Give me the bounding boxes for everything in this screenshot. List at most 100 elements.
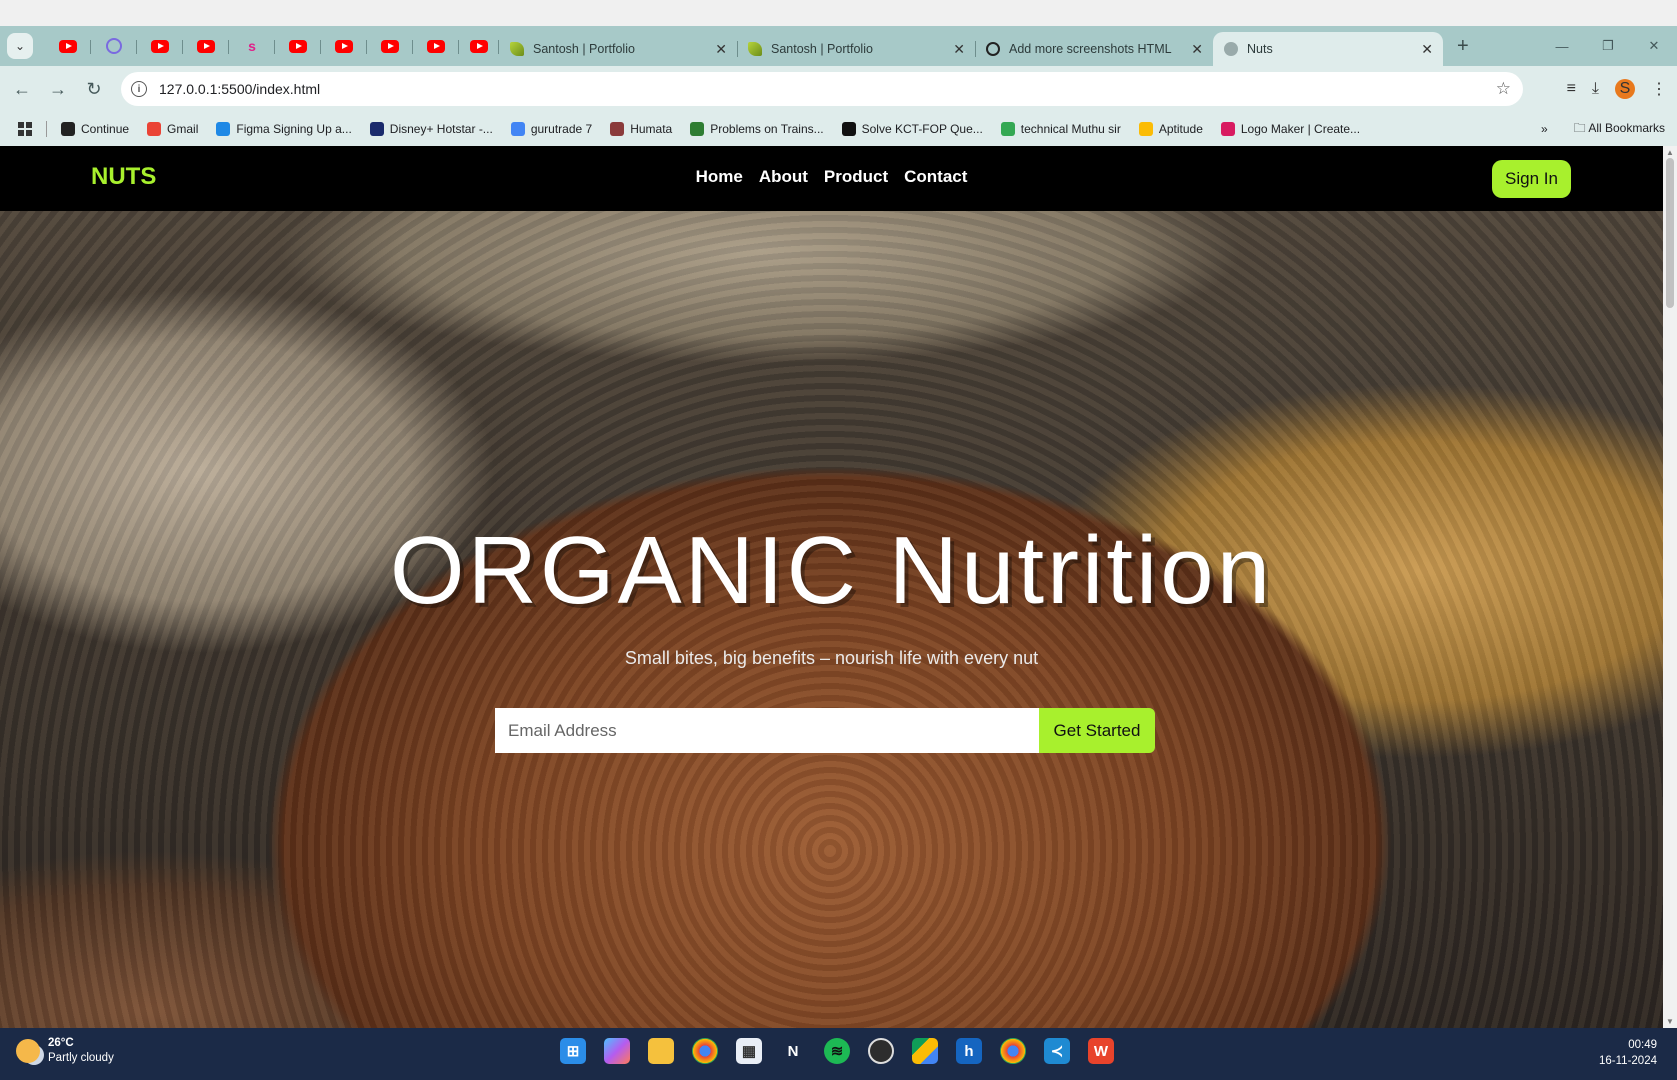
bookmark-item[interactable]: Continue [61,122,129,136]
bookmark-item[interactable]: Problems on Trains... [690,122,824,136]
forward-arrow-icon[interactable]: → [40,79,76,100]
ms-store-icon[interactable]: ▦ [736,1038,762,1064]
chevron-double-right-icon[interactable]: » [1541,122,1548,136]
tab-portfolio-1[interactable]: Santosh | Portfolio ✕ [499,32,738,66]
tab-screenshots[interactable]: Add more screenshots HTML ✕ [975,32,1213,66]
close-icon[interactable]: ✕ [1191,41,1203,58]
file-explorer-icon[interactable] [648,1038,674,1064]
windows-start-icon[interactable]: ⊞ [560,1038,586,1064]
new-tab-button[interactable]: + [1457,35,1469,58]
chatgpt-icon [985,41,1001,57]
reload-icon[interactable]: ↻ [76,79,112,100]
google-drive-icon[interactable] [912,1038,938,1064]
site-info-icon[interactable]: i [131,81,147,97]
bookmark-label: technical Muthu sir [1020,122,1121,136]
close-icon[interactable]: ✕ [715,41,727,58]
system-clock[interactable]: 00:49 16-11-2024 [1599,1037,1657,1069]
bookmark-favicon-icon [690,122,705,136]
bookmark-favicon-icon [1220,122,1235,136]
page-scrollbar[interactable]: ▲ ▼ [1663,146,1677,1028]
profile-avatar[interactable]: S [1615,79,1635,99]
window-controls: — ❐ ✕ [1539,26,1677,66]
obs-icon[interactable] [868,1038,894,1064]
nav-home[interactable]: Home [696,167,743,187]
leaf-icon [509,41,525,57]
pinned-tab-s[interactable]: s [229,32,275,60]
copilot-icon[interactable] [604,1038,630,1064]
bookmark-item[interactable]: Logo Maker | Create... [1220,122,1361,136]
tab-title: Santosh | Portfolio [771,42,873,56]
scrollbar-thumb[interactable] [1666,158,1674,308]
pinned-tab-youtube[interactable] [321,32,367,60]
back-arrow-icon[interactable]: ← [4,79,40,100]
bookmark-item[interactable]: Humata [610,122,672,136]
bookmark-item[interactable]: technical Muthu sir [1000,122,1121,136]
bookmark-item[interactable]: gurutrade 7 [510,122,592,136]
bookmark-favicon-icon [510,122,525,136]
vscode-icon[interactable]: ≺ [1044,1038,1070,1064]
sign-in-button[interactable]: Sign In [1492,160,1571,198]
bookmark-label: Humata [630,122,673,136]
tab-nuts[interactable]: Nuts ✕ [1213,32,1443,66]
scroll-up-icon[interactable]: ▲ [1666,148,1674,157]
pinned-tab-globe[interactable] [91,32,137,60]
globe-icon [1223,41,1239,57]
nav-product[interactable]: Product [824,167,888,187]
apps-grid-icon[interactable] [18,122,32,136]
close-icon[interactable]: ✕ [953,41,965,58]
reading-list-icon[interactable]: ≡ [1567,80,1576,98]
site-menu: Home About Product Contact [0,167,1663,187]
close-icon[interactable]: ✕ [1421,41,1433,58]
bookmark-item[interactable]: Solve KCT-FOP Que... [841,122,983,136]
os-taskbar: 26°C Partly cloudy ⊞ ▦ N ≋ h ≺ W 00:49 1… [0,1028,1677,1080]
scroll-down-icon[interactable]: ▼ [1666,1017,1674,1026]
bookmark-item[interactable]: Gmail [147,122,198,136]
address-bar[interactable]: i 127.0.0.1:5500/index.html ☆ [121,72,1523,106]
all-bookmarks-button[interactable]: 🗀 All Bookmarks [1574,119,1665,140]
bookmark-label: Disney+ Hotstar -... [389,122,493,136]
site-navbar: NUTS Home About Product Contact Sign In [0,146,1663,211]
bookmark-label: Logo Maker | Create... [1240,122,1361,136]
bookmark-favicon-icon [841,122,856,136]
pinned-tab-youtube[interactable] [413,32,459,60]
clock-time: 00:49 [1628,1039,1657,1051]
chrome-icon[interactable] [692,1038,718,1064]
partly-cloudy-icon [16,1039,40,1063]
pinned-tab-youtube[interactable] [367,32,413,60]
browser-toolbar: ← → ↻ i 127.0.0.1:5500/index.html ☆ ≡ ⤓ … [0,66,1677,112]
bookmark-item[interactable]: Aptitude [1138,122,1203,136]
bookmark-favicon-icon [1138,122,1153,136]
minimize-icon[interactable]: — [1539,39,1585,54]
kebab-menu-icon[interactable]: ⋮ [1651,79,1667,99]
get-started-button[interactable]: Get Started [1039,708,1155,753]
youtube-icon [335,39,353,53]
bookmark-favicon-icon [1000,122,1015,136]
nav-contact[interactable]: Contact [904,167,967,187]
hash-app-icon[interactable]: h [956,1038,982,1064]
pinned-tab-youtube[interactable] [275,32,321,60]
pinned-tab-youtube[interactable] [459,32,499,60]
tab-search-button[interactable]: ⌄ [7,33,33,59]
restore-icon[interactable]: ❐ [1585,38,1631,54]
spotify-icon[interactable]: ≋ [824,1038,850,1064]
notion-icon[interactable]: N [780,1038,806,1064]
bookmark-label: Solve KCT-FOP Que... [861,122,983,136]
bookmark-item[interactable]: Figma Signing Up a... [216,122,352,136]
wps-office-icon[interactable]: W [1088,1038,1114,1064]
chrome-icon[interactable] [1000,1038,1026,1064]
bookmark-label: Continue [81,122,130,136]
pinned-tab-youtube[interactable] [45,32,91,60]
tab-portfolio-2[interactable]: Santosh | Portfolio ✕ [737,32,976,66]
hero-subtitle: Small bites, big benefits – nourish life… [624,648,1039,668]
pinned-tab-youtube[interactable] [137,32,183,60]
toolbar-actions: ≡ ⤓ S ⋮ [1567,66,1667,112]
pinned-tab-youtube[interactable] [183,32,229,60]
weather-widget[interactable]: 26°C Partly cloudy [16,1036,114,1066]
nav-about[interactable]: About [759,167,808,187]
bookmark-star-icon[interactable]: ☆ [1496,79,1511,99]
email-field[interactable] [495,708,1039,753]
download-icon[interactable]: ⤓ [1592,80,1599,98]
close-window-icon[interactable]: ✕ [1631,38,1677,54]
bookmark-item[interactable]: Disney+ Hotstar -... [369,122,493,136]
taskbar-apps: ⊞ ▦ N ≋ h ≺ W [560,1038,1114,1064]
